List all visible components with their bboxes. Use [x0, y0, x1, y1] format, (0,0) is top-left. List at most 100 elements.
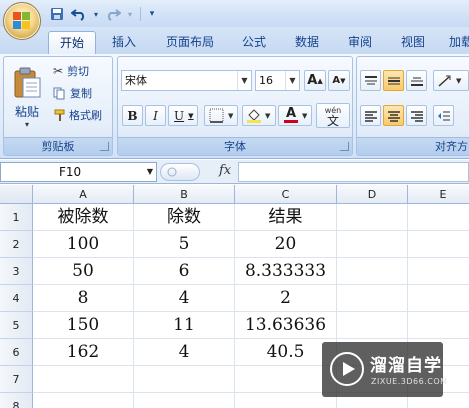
cell-b5[interactable]: 11 [134, 312, 235, 339]
clipboard-dialog-launcher[interactable] [100, 142, 109, 151]
cell-e1[interactable] [408, 204, 469, 231]
cell-e4[interactable] [408, 285, 469, 312]
paste-button[interactable]: 粘贴 ▾ [7, 60, 47, 136]
save-icon[interactable] [48, 5, 66, 23]
underline-label: U [174, 108, 185, 123]
cell-d4[interactable] [337, 285, 408, 312]
watermark: 溜溜自学 ZIXUE.3D66.COM [322, 342, 447, 397]
align-right-button[interactable] [406, 105, 427, 126]
cell-c2[interactable]: 20 [235, 231, 337, 258]
tab-view[interactable]: 视图 [391, 31, 435, 54]
chevron-down-icon[interactable]: ▼ [285, 71, 299, 90]
align-bottom-button[interactable] [406, 70, 427, 91]
row-header-5[interactable]: 5 [0, 312, 33, 339]
undo-icon[interactable] [70, 5, 88, 23]
cell-a3[interactable]: 50 [33, 258, 134, 285]
font-size-combo[interactable]: 16 ▼ [255, 70, 300, 91]
cell-e2[interactable] [408, 231, 469, 258]
grow-font-button[interactable]: A ▲ [304, 70, 326, 91]
row-header-3[interactable]: 3 [0, 258, 33, 285]
align-left-button[interactable] [360, 105, 381, 126]
cell-c4[interactable]: 2 [235, 285, 337, 312]
tab-home[interactable]: 开始 [48, 31, 96, 54]
cell-a2[interactable]: 100 [33, 231, 134, 258]
cell-d3[interactable] [337, 258, 408, 285]
cell-b1[interactable]: 除数 [134, 204, 235, 231]
cell-b7[interactable] [134, 366, 235, 393]
cell-a4[interactable]: 8 [33, 285, 134, 312]
row-header-8[interactable]: 8 [0, 393, 33, 408]
chevron-down-icon[interactable]: ▼ [237, 71, 251, 90]
font-color-button[interactable]: A ▼ [278, 105, 312, 126]
cell-c3[interactable]: 8.333333 [235, 258, 337, 285]
undo-dropdown-icon[interactable]: ▾ [92, 5, 100, 23]
cell-d5[interactable] [337, 312, 408, 339]
cell-a1[interactable]: 被除数 [33, 204, 134, 231]
font-dialog-launcher[interactable] [340, 142, 349, 151]
font-name-combo[interactable]: 宋体 ▼ [121, 70, 252, 91]
row-header-4[interactable]: 4 [0, 285, 33, 312]
copy-button[interactable]: 复制 [52, 83, 110, 103]
align-center-icon [387, 110, 400, 122]
cell-e3[interactable] [408, 258, 469, 285]
formula-input[interactable] [238, 162, 469, 182]
shrink-font-label: A [332, 75, 341, 86]
tab-review[interactable]: 审阅 [338, 31, 382, 54]
align-middle-button[interactable] [383, 70, 404, 91]
cell-b3[interactable]: 6 [134, 258, 235, 285]
tab-page-layout[interactable]: 页面布局 [155, 31, 225, 54]
tab-formulas[interactable]: 公式 [232, 31, 276, 54]
cell-d1[interactable] [337, 204, 408, 231]
redo-dropdown-icon[interactable]: ▾ [126, 5, 134, 23]
column-header-a[interactable]: A [33, 185, 134, 204]
grow-font-label: A [307, 73, 318, 88]
insert-function-button[interactable]: fx [219, 163, 231, 178]
cell-c1[interactable]: 结果 [235, 204, 337, 231]
cell-a5[interactable]: 150 [33, 312, 134, 339]
format-painter-label: 格式刷 [69, 109, 102, 122]
orientation-button[interactable]: ▼ [433, 70, 469, 91]
font-size-value: 16 [259, 74, 273, 87]
underline-button[interactable]: U ▼ [168, 105, 198, 126]
format-painter-button[interactable]: 格式刷 [52, 105, 112, 125]
chevron-down-icon[interactable]: ▼ [147, 163, 153, 181]
cell-b8[interactable] [134, 393, 235, 408]
cell-e5[interactable] [408, 312, 469, 339]
tab-add-ins[interactable]: 加载 [446, 31, 469, 54]
tab-insert[interactable]: 插入 [103, 31, 145, 54]
column-header-b[interactable]: B [134, 185, 235, 204]
column-header-c[interactable]: C [235, 185, 337, 204]
bold-button[interactable]: B [122, 105, 143, 126]
row-header-6[interactable]: 6 [0, 339, 33, 366]
decrease-indent-button[interactable] [433, 105, 454, 126]
fill-color-button[interactable]: ▼ [242, 105, 276, 126]
cell-b4[interactable]: 4 [134, 285, 235, 312]
italic-button[interactable]: I [145, 105, 166, 126]
tab-data[interactable]: 数据 [285, 31, 329, 54]
redo-icon[interactable] [104, 5, 122, 23]
column-header-d[interactable]: D [337, 185, 408, 204]
row-header-7[interactable]: 7 [0, 366, 33, 393]
borders-button[interactable]: ▼ [204, 105, 238, 126]
formula-bar-handle-icon[interactable] [167, 167, 177, 177]
cell-a6[interactable]: 162 [33, 339, 134, 366]
column-header-e[interactable]: E [408, 185, 469, 204]
row-header-1[interactable]: 1 [0, 204, 33, 231]
name-box[interactable]: F10 ▼ [0, 162, 157, 182]
align-top-button[interactable] [360, 70, 381, 91]
cell-a7[interactable] [33, 366, 134, 393]
shrink-font-button[interactable]: A ▼ [328, 70, 350, 91]
customize-icon[interactable]: ▾ [147, 5, 157, 23]
office-button[interactable] [3, 2, 41, 40]
cell-b6[interactable]: 4 [134, 339, 235, 366]
cut-button[interactable]: ✂ 剪切 [52, 61, 110, 81]
phonetic-guide-button[interactable]: wén 文 [316, 103, 350, 128]
cell-d2[interactable] [337, 231, 408, 258]
select-all-corner[interactable] [0, 185, 33, 204]
cell-b2[interactable]: 5 [134, 231, 235, 258]
align-center-button[interactable] [383, 105, 404, 126]
cell-a8[interactable] [33, 393, 134, 408]
font-color-icon: A [284, 107, 298, 123]
cell-c5[interactable]: 13.63636 [235, 312, 337, 339]
row-header-2[interactable]: 2 [0, 231, 33, 258]
